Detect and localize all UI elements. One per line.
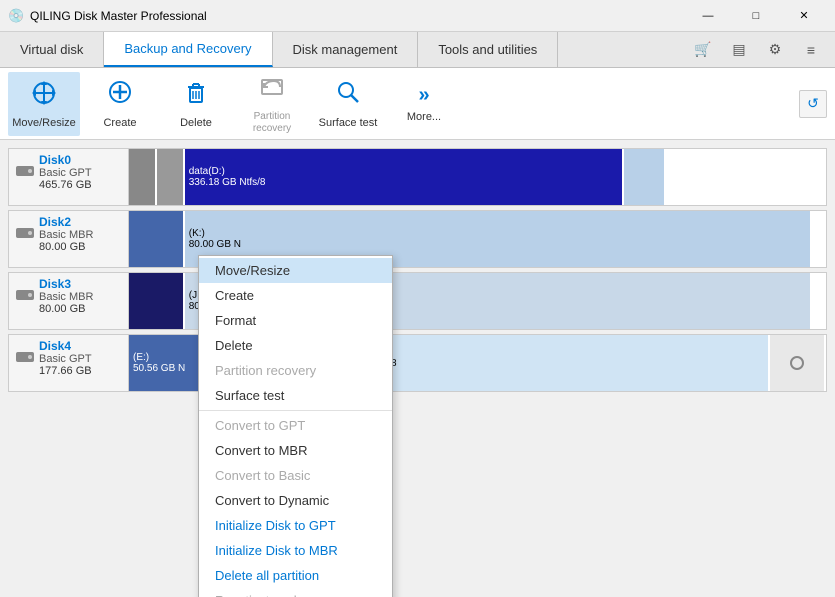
menu-item-partition-recovery[interactable]: Partition recovery	[199, 358, 392, 383]
disk0-part2-size: 336.18 GB Ntfs/8	[189, 177, 618, 188]
disk0-part2[interactable]: data(D:) 336.18 GB Ntfs/8	[185, 149, 624, 205]
tab-bar: Virtual disk Backup and Recovery Disk ma…	[0, 32, 835, 68]
disk4-row: Disk4 Basic GPT 177.66 GB (E:) 50.56 GB …	[8, 334, 827, 392]
disk4-part1[interactable]: ... GB Ntfs/8	[338, 335, 770, 391]
disk4-icon	[15, 349, 35, 368]
tab-virtual-disk[interactable]: Virtual disk	[0, 32, 104, 67]
menu-item-convert-basic[interactable]: Convert to Basic	[199, 463, 392, 488]
menu-item-init-mbr[interactable]: Initialize Disk to MBR	[199, 538, 392, 563]
surface-test-button[interactable]: Surface test	[312, 72, 384, 136]
app-icon: 💿	[8, 8, 24, 24]
disk4-size: 177.66 GB	[39, 365, 92, 377]
surface-test-icon	[334, 78, 362, 113]
disk0-part3[interactable]	[624, 149, 666, 205]
disk0-row: Disk0 Basic GPT 465.76 GB data(D:) 336.1…	[8, 148, 827, 206]
disk3-part0[interactable]	[129, 273, 185, 329]
delete-label: Delete	[180, 117, 212, 129]
menu-item-create[interactable]: Create	[199, 283, 392, 308]
disk4-part2[interactable]	[770, 335, 826, 391]
create-button[interactable]: Create	[84, 72, 156, 136]
minimize-button[interactable]: —	[685, 0, 731, 32]
refresh-button[interactable]: ↺	[799, 90, 827, 118]
menu-item-convert-dynamic[interactable]: Convert to Dynamic	[199, 488, 392, 513]
disk0-type: Basic GPT	[39, 167, 92, 179]
disk4-part1-label: ... GB Ntfs/8	[342, 358, 764, 369]
move-resize-icon	[30, 79, 58, 113]
tab-tools-utilities[interactable]: Tools and utilities	[418, 32, 558, 67]
menu-separator-1	[199, 410, 392, 411]
disk2-row: Disk2 Basic MBR 80.00 GB (K:) 80.00 GB N	[8, 210, 827, 268]
disk0-part0[interactable]	[129, 149, 157, 205]
disk0-name: Disk0	[39, 153, 92, 167]
maximize-button[interactable]: □	[733, 0, 779, 32]
disk0-partitions: data(D:) 336.18 GB Ntfs/8	[129, 149, 826, 205]
disk2-part1-size: 80.00 GB N	[189, 239, 806, 250]
disk0-part1[interactable]	[157, 149, 185, 205]
move-resize-button[interactable]: Move/Resize	[8, 72, 80, 136]
menu-item-convert-gpt[interactable]: Convert to GPT	[199, 413, 392, 438]
menu-item-delete-all[interactable]: Delete all partition	[199, 563, 392, 588]
move-resize-label: Move/Resize	[12, 117, 76, 129]
delete-icon	[182, 78, 210, 113]
disk2-part0[interactable]	[129, 211, 185, 267]
create-label: Create	[103, 117, 136, 129]
toolbar-right: ↺	[799, 90, 827, 118]
disk2-type: Basic MBR	[39, 229, 93, 241]
cart-icon-button[interactable]: 🛒	[687, 34, 719, 66]
delete-button[interactable]: Delete	[160, 72, 232, 136]
disk4-type: Basic GPT	[39, 353, 92, 365]
context-menu: Move/Resize Create Format Delete Partiti…	[198, 255, 393, 597]
disk3-icon	[15, 287, 35, 306]
disk3-type: Basic MBR	[39, 291, 93, 303]
menu-item-convert-mbr[interactable]: Convert to MBR	[199, 438, 392, 463]
tab-disk-management[interactable]: Disk management	[273, 32, 419, 67]
menu-item-init-gpt[interactable]: Initialize Disk to GPT	[199, 513, 392, 538]
create-icon	[106, 78, 134, 113]
toolbar: Move/Resize Create Delete	[0, 68, 835, 140]
tab-backup-recovery[interactable]: Backup and Recovery	[104, 32, 272, 67]
close-button[interactable]: ✕	[781, 0, 827, 32]
refresh-icon: ↺	[807, 95, 819, 112]
window-controls: — □ ✕	[685, 0, 827, 32]
disk4-label: Disk4 Basic GPT 177.66 GB	[9, 335, 129, 391]
title-bar: 💿 QILING Disk Master Professional — □ ✕	[0, 0, 835, 32]
disk4-name: Disk4	[39, 339, 92, 353]
more-icon: »	[418, 84, 429, 107]
partition-recovery-label: Partitionrecovery	[253, 111, 291, 135]
disk0-size: 465.76 GB	[39, 179, 92, 191]
tab-icon-bar: 🛒 ▤ ⚙ ≡	[687, 32, 835, 67]
menu-item-surface-test[interactable]: Surface test	[199, 383, 392, 408]
disk2-label: Disk2 Basic MBR 80.00 GB	[9, 211, 129, 267]
main-content: Disk0 Basic GPT 465.76 GB data(D:) 336.1…	[0, 140, 835, 597]
surface-test-label: Surface test	[319, 117, 378, 129]
disk3-name: Disk3	[39, 277, 93, 291]
disk2-size: 80.00 GB	[39, 241, 93, 253]
partition-recovery-icon	[258, 72, 286, 107]
disk0-icon	[15, 163, 35, 182]
menu-item-format[interactable]: Format	[199, 308, 392, 333]
disk2-part1-label: (K:)	[189, 228, 806, 239]
menu-item-delete[interactable]: Delete	[199, 333, 392, 358]
partition-recovery-button[interactable]: Partitionrecovery	[236, 72, 308, 136]
disk2-icon	[15, 225, 35, 244]
menu-item-move-resize[interactable]: Move/Resize	[199, 258, 392, 283]
disk2-name: Disk2	[39, 215, 93, 229]
menu-icon-button[interactable]: ≡	[795, 34, 827, 66]
list-icon-button[interactable]: ▤	[723, 34, 755, 66]
settings-icon-button[interactable]: ⚙	[759, 34, 791, 66]
more-label: More...	[407, 111, 441, 123]
disk3-label: Disk3 Basic MBR 80.00 GB	[9, 273, 129, 329]
disk3-size: 80.00 GB	[39, 303, 93, 315]
disk0-label: Disk0 Basic GPT 465.76 GB	[9, 149, 129, 205]
disk0-part2-label: data(D:)	[189, 166, 618, 177]
disk3-row: Disk3 Basic MBR 80.00 GB (J:) 80.00 GB N	[8, 272, 827, 330]
disk4-circle-icon	[790, 356, 804, 370]
menu-item-reactivate[interactable]: Reactivate volume	[199, 588, 392, 597]
more-button[interactable]: » More...	[388, 72, 460, 136]
app-title: QILING Disk Master Professional	[30, 9, 685, 23]
